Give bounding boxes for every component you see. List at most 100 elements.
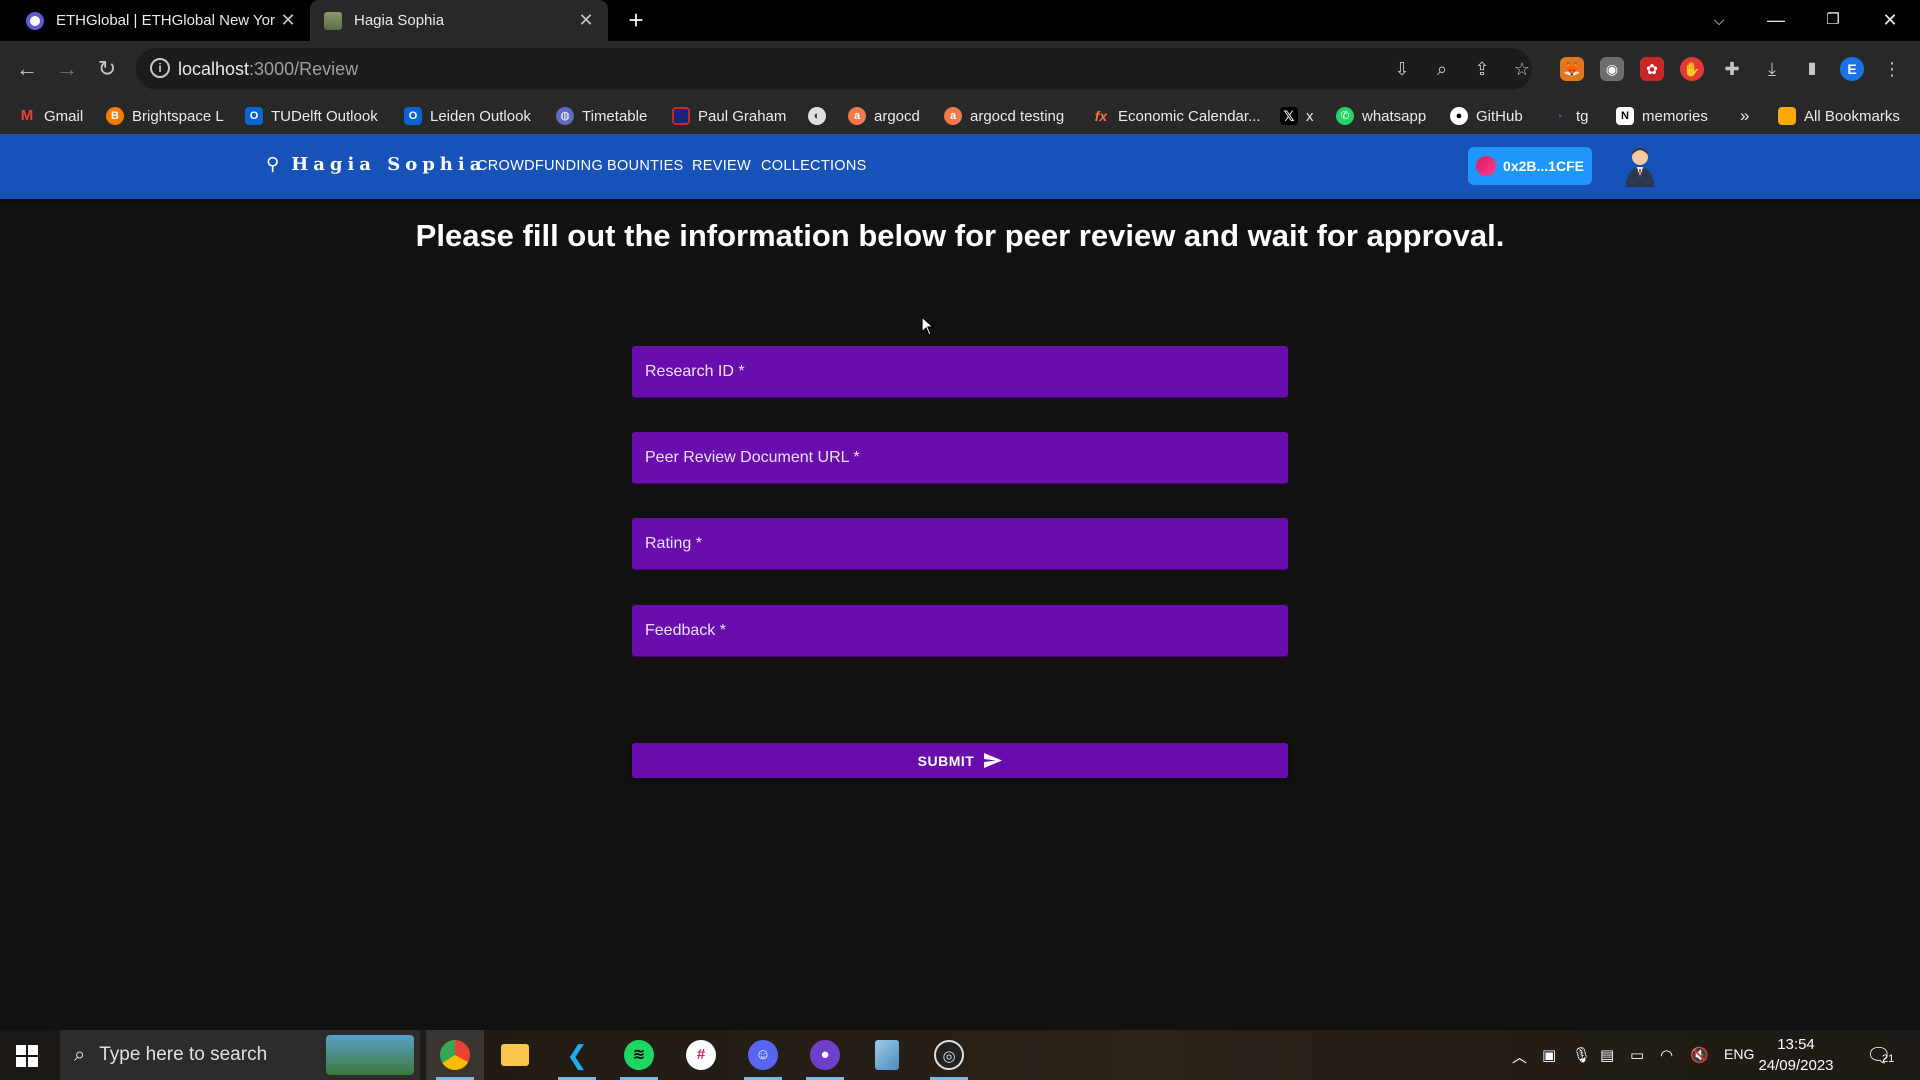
windows-start-icon[interactable] (16, 1045, 38, 1067)
wallet-button[interactable]: 0x2B...1CFE (1468, 147, 1592, 185)
research-id-input[interactable] (632, 346, 1288, 397)
nav-crowdfunding[interactable]: CROWDFUNDING (477, 158, 603, 174)
url-host: localhost (178, 59, 250, 79)
browser-menu-icon[interactable]: ⋮ (1880, 57, 1904, 81)
tab-search-icon[interactable]: ⌵ (1699, 6, 1739, 34)
taskbar-notes[interactable] (858, 1030, 916, 1080)
close-tab-icon[interactable]: ✕ (276, 10, 300, 31)
back-button[interactable]: ← (12, 54, 42, 84)
address-bar[interactable]: i localhost:3000/Review ⇩ ⌕ ⇪ ☆ (136, 48, 1532, 90)
bookmark-label: Brightspace L (132, 107, 224, 125)
bookmark-argocd[interactable]: a argocd (848, 104, 920, 128)
bookmark-gmail[interactable]: M Gmail (18, 104, 83, 128)
github-icon: ● (810, 1040, 840, 1070)
extension-icon[interactable]: ◉ (1600, 57, 1624, 81)
all-bookmarks[interactable]: All Bookmarks (1778, 104, 1900, 128)
paul-graham-icon (672, 107, 690, 125)
bookmark-tudelft-outlook[interactable]: O TUDelft Outlook (245, 104, 378, 128)
network-icon[interactable]: ▤ (1600, 1046, 1614, 1064)
bookmark-label: tg (1576, 107, 1589, 125)
volume-muted-icon[interactable]: 🔇 (1690, 1046, 1709, 1064)
bookmark-leiden-outlook[interactable]: O Leiden Outlook (404, 104, 531, 128)
extension-icon[interactable]: ✿ (1640, 57, 1664, 81)
close-tab-icon[interactable]: ✕ (574, 10, 598, 31)
slack-icon: # (686, 1040, 716, 1070)
rating-field (632, 518, 1288, 570)
extensions-puzzle-icon[interactable]: ✚ (1720, 57, 1744, 81)
taskbar-obs[interactable]: ◎ (920, 1030, 978, 1080)
wifi-icon[interactable]: ◠ (1660, 1046, 1673, 1064)
brand[interactable]: ⚲ Hagia Sophia (266, 154, 486, 175)
bookmark-x[interactable]: 𝕏x (1280, 104, 1314, 128)
bookmark-argocd-testing[interactable]: a argocd testing (944, 104, 1064, 128)
minimize-button[interactable]: — (1756, 6, 1796, 34)
zoom-icon[interactable]: ⌕ (1430, 58, 1454, 80)
tab-ethglobal[interactable]: ETHGlobal | ETHGlobal New York ✕ (0, 0, 310, 41)
bookmark-label: x (1306, 107, 1314, 125)
site-info-icon[interactable]: i (150, 58, 170, 78)
bookmark-label: memories (1642, 107, 1708, 125)
downloads-icon[interactable]: ⤓ (1760, 57, 1784, 81)
more-bookmarks-button[interactable]: » (1740, 104, 1749, 128)
page-content: ⚲ Hagia Sophia CROWDFUNDING BOUNTIES REV… (0, 134, 1920, 1030)
reload-button[interactable]: ↻ (92, 54, 122, 84)
tab-hagia-sophia[interactable]: Hagia Sophia ✕ (310, 0, 608, 41)
taskbar-search-placeholder: Type here to search (99, 1044, 268, 1065)
bookmark-memories[interactable]: Nmemories (1616, 104, 1708, 128)
taskbar-vscode[interactable]: ❮ (548, 1030, 606, 1080)
bookmark-tg[interactable]: ◔ tg (1550, 104, 1589, 128)
forward-button[interactable]: → (52, 54, 82, 84)
install-app-icon[interactable]: ⇩ (1390, 58, 1414, 80)
taskbar-search[interactable]: ⌕ Type here to search (60, 1030, 420, 1080)
bookmark-label: Paul Graham (698, 107, 787, 125)
profile-avatar[interactable]: E (1840, 57, 1864, 81)
taskbar-clock[interactable]: 13:54 24/09/2023 (1748, 1034, 1844, 1076)
microscope-logo-icon: ⚲ (266, 154, 280, 174)
taskbar-file-explorer[interactable] (486, 1030, 544, 1080)
windows-taskbar: ⌕ Type here to search ❮ ≋ # ☺ ● ◎ ︿ ▣ 🎙 … (0, 1030, 1920, 1080)
restore-button[interactable]: ❐ (1813, 6, 1853, 34)
tray-overflow-icon[interactable]: ︿ (1512, 1046, 1527, 1067)
brand-name: Hagia Sophia (291, 154, 487, 175)
bookmark-star-icon[interactable]: ☆ (1510, 58, 1534, 80)
bookmark-economic-calendar[interactable]: fx Economic Calendar... (1092, 104, 1261, 128)
x-logo-icon: 𝕏 (1280, 107, 1298, 125)
notifications-icon[interactable]: 🗨 21 (1866, 1043, 1894, 1068)
taskbar-slack[interactable]: # (672, 1030, 730, 1080)
rating-input[interactable] (632, 518, 1288, 569)
bookmark-brightspace[interactable]: B Brightspace L (106, 104, 224, 128)
share-icon[interactable]: ⇪ (1470, 58, 1494, 80)
bookmark-whatsapp[interactable]: ✆ whatsapp (1336, 104, 1426, 128)
clock-date: 24/09/2023 (1758, 1057, 1834, 1074)
document-url-input[interactable] (632, 432, 1288, 483)
metamask-extension-icon[interactable]: 🦊 (1560, 57, 1584, 81)
taskbar-chrome[interactable] (426, 1030, 484, 1080)
close-window-button[interactable]: ✕ (1870, 6, 1910, 34)
outlook-icon: O (404, 107, 422, 125)
bookmark-timetable[interactable]: ◍ Timetable (556, 104, 647, 128)
nav-review[interactable]: REVIEW (692, 158, 751, 174)
feedback-input[interactable] (632, 605, 1288, 656)
bookmark-globe[interactable]: ◐ (808, 104, 834, 128)
microphone-icon[interactable]: 🎙 (1572, 1046, 1591, 1064)
adblock-extension-icon[interactable]: ✋ (1680, 57, 1704, 81)
taskbar-discord[interactable]: ☺ (734, 1030, 792, 1080)
taskbar-github-desktop[interactable]: ● (796, 1030, 854, 1080)
url-text[interactable]: localhost:3000/Review (178, 59, 358, 80)
submit-button[interactable]: SUBMIT (632, 743, 1288, 778)
nav-collections[interactable]: COLLECTIONS (761, 158, 867, 174)
nav-bounties[interactable]: BOUNTIES (607, 158, 684, 174)
bookmark-github[interactable]: ● GitHub (1450, 104, 1523, 128)
bookmark-label: All Bookmarks (1804, 107, 1900, 125)
user-avatar[interactable] (1622, 145, 1658, 187)
url-path: :3000/Review (249, 59, 359, 79)
taskbar-spotify[interactable]: ≋ (610, 1030, 668, 1080)
battery-icon[interactable]: ▭ (1630, 1046, 1644, 1064)
camera-icon[interactable]: ▣ (1542, 1046, 1556, 1064)
new-tab-button[interactable]: + (622, 7, 650, 34)
chrome-icon (440, 1040, 470, 1070)
bookmark-label: argocd (874, 107, 920, 125)
bookmark-paul-graham[interactable]: Paul Graham (672, 104, 786, 128)
send-icon (984, 753, 1003, 768)
side-panel-icon[interactable]: ▮ (1800, 57, 1824, 81)
